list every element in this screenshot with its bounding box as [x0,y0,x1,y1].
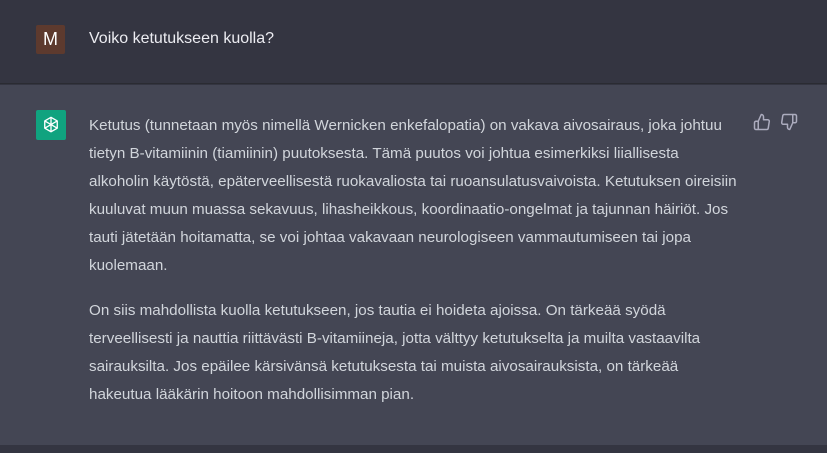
bottom-divider [0,445,827,453]
thumbs-down-icon [780,113,798,131]
user-message-text: Voiko ketutukseen kuolla? [89,30,275,47]
thumbs-up-icon [753,113,771,131]
openai-logo-icon [36,110,66,140]
answer-paragraph: On siis mahdollista kuolla ketutukseen, … [89,302,701,403]
chat-page: M Voiko ketutukseen kuolla? Ketutus (tun… [0,0,827,453]
assistant-message-text: Ketutus (tunnetaan myös nimellä Wernicke… [89,112,739,409]
assistant-message-row: Ketutus (tunnetaan myös nimellä Wernicke… [0,85,827,445]
user-message-row: M Voiko ketutukseen kuolla? [0,0,827,84]
answer-paragraph: Ketutus (tunnetaan myös nimellä Wernicke… [89,117,737,274]
thumbs-up-button[interactable] [753,113,771,131]
user-avatar: M [36,25,65,54]
openai-logo-svg [44,116,58,133]
thumbs-down-button[interactable] [780,113,798,131]
user-avatar-letter: M [43,29,58,49]
